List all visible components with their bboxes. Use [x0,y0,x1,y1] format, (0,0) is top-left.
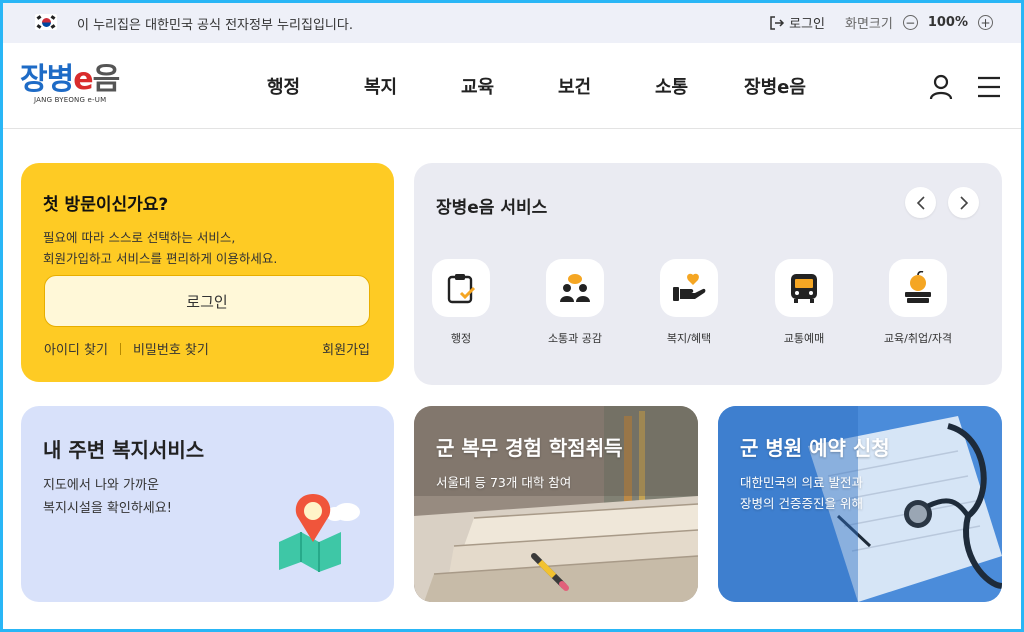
welfare-description: 지도에서 나와 가까운 복지시설을 확인하세요! [43,474,172,520]
account-links: 아이디 찾기 비밀번호 찾기 회원가입 [44,339,370,358]
service-item-education[interactable]: 교육/취업/자격 [868,259,968,346]
military-hospital-banner[interactable]: 군 병원 예약 신청 대한민국의 의료 발전과 장병의 건증증진을 위해 [718,406,1002,602]
login-button[interactable]: 로그인 [44,275,370,327]
logo-subtitle: JANG BYEONG e-UM [34,96,107,104]
services-title: 장병e음 서비스 [436,198,548,218]
welfare-title: 내 주변 복지서비스 [43,438,205,462]
user-icon[interactable] [928,74,954,100]
site-header: 장병e음 JANG BYEONG e-UM 행정 복지 교육 보건 소통 장병e… [3,43,1021,129]
service-label-communication: 소통과 공감 [547,332,603,345]
service-label-welfare: 복지/혜택 [666,332,712,345]
clipboard-check-icon [447,274,476,304]
zoom-value: 100% [927,15,968,30]
hospital-desc-line2: 장병의 건증증진을 위해 [740,496,863,511]
welfare-desc-line1: 지도에서 나와 가까운 [43,478,159,493]
nearby-welfare-card[interactable]: 내 주변 복지서비스 지도에서 나와 가까운 복지시설을 확인하세요! [21,406,394,602]
login-arrow-icon [770,15,785,30]
logo-text-part1: 장병 [20,62,74,97]
zoom-label: 화면크기 [844,17,893,32]
services-next-button[interactable] [948,187,979,218]
military-credit-desc: 서울대 등 73개 대학 참여 [436,475,572,490]
apple-books-icon [905,271,931,303]
services-prev-button[interactable] [905,187,936,218]
nav-item-education[interactable]: 교육 [429,73,526,99]
service-label-education: 교육/취업/자격 [883,332,953,345]
map-pin-icon [279,494,360,572]
zoom-in-button[interactable]: + [978,15,993,30]
nav-item-communication[interactable]: 소통 [623,73,720,99]
first-visit-title: 첫 방문이신가요? [43,195,169,215]
service-item-admin[interactable]: 행정 [414,259,511,346]
service-label-transport: 교통예매 [783,332,825,345]
menu-icon[interactable] [977,76,1001,98]
join-link[interactable]: 회원가입 [322,339,370,358]
welfare-desc-line2: 복지시설을 확인하세요! [43,501,172,516]
find-password-link[interactable]: 비밀번호 찾기 [133,339,209,358]
hospital-desc-line1: 대한민국의 의료 발전과 [740,475,863,490]
services-card: 장병e음 서비스 행정 소통과 공감 복지/혜택 교통예매 교육/취업/자격 [414,163,1002,385]
logo-text-part3: 음 [92,62,121,97]
link-divider [119,342,121,355]
zoom-out-button[interactable]: − [902,15,918,30]
first-visit-desc-line2: 회원가입하고 서비스를 편리하게 이용하세요. [43,251,278,266]
hospital-description: 대한민국의 의료 발전과 장병의 건증증진을 위해 [740,472,863,514]
chevron-left-icon [916,195,925,210]
chevron-right-icon [959,195,968,210]
service-item-transport[interactable]: 교통예매 [754,259,854,346]
nav-item-health[interactable]: 보건 [526,73,623,99]
bus-icon [791,274,817,303]
nav-item-admin[interactable]: 행정 [235,73,332,99]
find-id-link[interactable]: 아이디 찾기 [44,339,108,358]
gov-notice-text: 이 누리집은 대한민국 공식 전자정부 누리집입니다. [77,18,353,33]
top-login-link[interactable]: 로그인 [769,13,825,32]
nav-item-jangbyeong-eum[interactable]: 장병e음 [720,73,830,99]
logo-text-part2: e [73,62,93,97]
main-nav: 행정 복지 교육 보건 소통 장병e음 [235,73,830,99]
first-visit-desc-line1: 필요에 따라 스스로 선택하는 서비스, [43,230,236,245]
first-visit-description: 필요에 따라 스스로 선택하는 서비스, 회원가입하고 서비스를 편리하게 이용… [43,227,277,269]
korea-flag-icon [35,14,57,30]
first-visit-card: 첫 방문이신가요? 필요에 따라 스스로 선택하는 서비스, 회원가입하고 서비… [21,163,394,382]
military-credit-title: 군 복무 경험 학점취득 [436,436,623,460]
top-login-label: 로그인 [789,17,825,32]
site-logo[interactable]: 장병e음 JANG BYEONG e-UM [20,62,121,105]
people-chat-icon [560,274,590,302]
service-item-welfare[interactable]: 복지/혜택 [639,259,739,346]
hospital-title: 군 병원 예약 신청 [740,436,890,460]
nav-item-welfare[interactable]: 복지 [332,73,429,99]
hand-heart-icon [673,273,706,301]
gov-notice-bar: 이 누리집은 대한민국 공식 전자정부 누리집입니다. 로그인 화면크기 − 1… [3,3,1021,43]
service-item-communication[interactable]: 소통과 공감 [525,259,625,346]
military-credit-banner[interactable]: 군 복무 경험 학점취득 서울대 등 73개 대학 참여 [414,406,698,602]
service-label-admin: 행정 [450,332,472,345]
